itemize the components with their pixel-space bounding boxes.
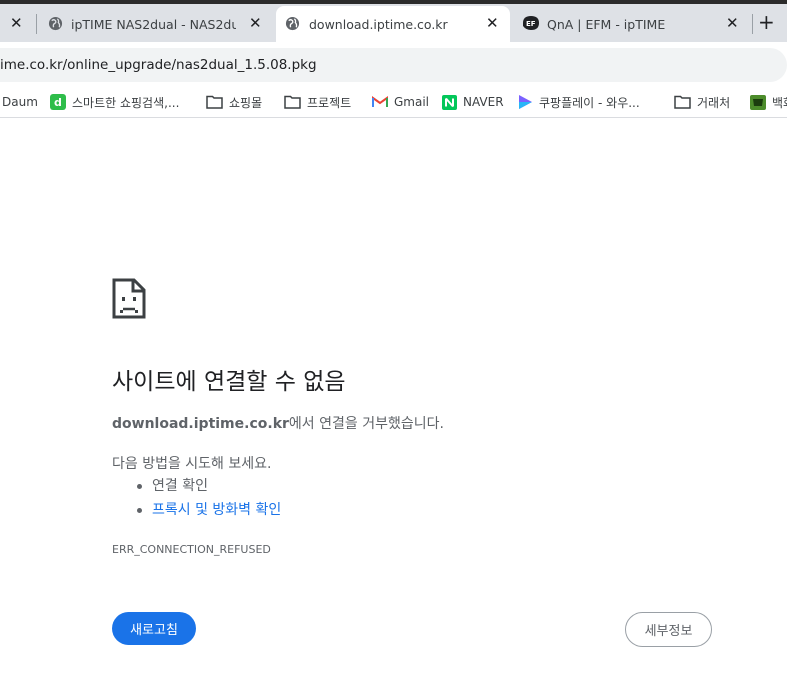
url-text: ime.co.kr/online_upgrade/nas2dual_1.5.08… — [0, 57, 317, 73]
error-code: ERR_CONNECTION_REFUSED — [112, 543, 271, 556]
naver-icon — [442, 94, 457, 110]
tab-title: QnA | EFM - ipTIME — [547, 16, 666, 32]
details-button[interactable]: 세부정보 — [625, 612, 712, 647]
tab-iptime-nas2dual[interactable]: ipTIME NAS2dual - NAS2dual ✕ — [40, 6, 272, 42]
error-host: download.iptime.co.kr — [112, 416, 289, 432]
bookmark-label: NAVER — [463, 95, 504, 109]
sad-page-icon — [112, 278, 146, 319]
bookmark-folder-shopping[interactable]: 쇼핑몰 — [206, 92, 262, 112]
suggestions-label: 다음 방법을 시도해 보세요. — [112, 456, 272, 472]
tab-separator — [752, 14, 753, 34]
tab-strip: ✕ ipTIME NAS2dual - NAS2dual ✕ download.… — [0, 0, 787, 42]
bookmark-label: 스마트한 쇼핑검색,... — [72, 95, 180, 110]
suggestion-check-connection: 연결 확인 — [136, 476, 281, 500]
tab-partial[interactable]: ✕ — [0, 6, 36, 42]
bookmark-naver[interactable]: NAVER — [442, 92, 504, 112]
bookmark-coupang-play[interactable]: 쿠팡플레이 - 와우... — [518, 92, 640, 112]
bookmarks-bar: Daum d 스마트한 쇼핑검색,... 쇼핑몰 프로젝트 Gmail NAVE… — [0, 86, 787, 118]
bookmark-folder-project[interactable]: 프로젝트 — [284, 92, 351, 112]
svg-text:EF: EF — [526, 20, 536, 28]
bookmark-label: 백화 — [772, 95, 787, 110]
svg-text:d: d — [54, 96, 62, 109]
bookmark-danawa[interactable]: d 스마트한 쇼핑검색,... — [50, 92, 179, 112]
tab-qna-efm[interactable]: EF QnA | EFM - ipTIME ✕ — [514, 6, 752, 42]
efm-logo-icon: EF — [523, 16, 539, 30]
bookmark-label: Gmail — [394, 95, 430, 109]
bookmark-label: Daum — [2, 95, 38, 109]
bookmark-folder-clients[interactable]: 거래처 — [674, 92, 730, 112]
bookmark-label: 거래처 — [697, 95, 731, 110]
coupang-play-icon — [519, 95, 532, 109]
close-icon[interactable]: ✕ — [726, 16, 739, 31]
tab-title: ipTIME NAS2dual - NAS2dual — [71, 16, 236, 32]
bookmark-gmail[interactable]: Gmail — [372, 92, 429, 112]
tab-download-iptime[interactable]: download.iptime.co.kr ✕ — [276, 6, 510, 42]
bookmark-label: 프로젝트 — [307, 95, 352, 110]
suggestion-check-proxy-firewall-link[interactable]: 프록시 및 방화벽 확인 — [136, 500, 281, 524]
bookmark-daum[interactable]: Daum — [2, 92, 38, 112]
close-icon[interactable]: ✕ — [249, 16, 262, 31]
globe-icon — [48, 16, 63, 31]
address-bar[interactable]: ime.co.kr/online_upgrade/nas2dual_1.5.08… — [0, 48, 787, 82]
tab-title: download.iptime.co.kr — [309, 16, 448, 32]
close-icon[interactable]: ✕ — [10, 16, 23, 31]
danawa-d-icon: d — [50, 94, 66, 110]
folder-icon — [674, 95, 691, 109]
reload-button[interactable]: 새로고침 — [112, 612, 196, 645]
toolbar: ime.co.kr/online_upgrade/nas2dual_1.5.08… — [0, 42, 787, 86]
error-message: 에서 연결을 거부했습니다. — [288, 416, 444, 432]
store-icon — [750, 94, 766, 110]
tab-separator — [36, 14, 37, 34]
window-top-edge — [0, 0, 787, 4]
bookmark-store[interactable]: 백화 — [750, 92, 787, 112]
folder-icon — [284, 95, 301, 109]
bookmark-label: 쇼핑몰 — [229, 95, 263, 110]
suggestions-list: 연결 확인 프록시 및 방화벽 확인 — [136, 476, 281, 524]
error-heading: 사이트에 연결할 수 없음 — [112, 369, 346, 395]
error-description: download.iptime.co.kr에서 연결을 거부했습니다. — [112, 413, 444, 433]
folder-icon — [206, 95, 223, 109]
gmail-icon — [372, 96, 388, 107]
bookmark-label: 쿠팡플레이 - 와우... — [539, 95, 640, 110]
globe-icon — [285, 16, 300, 31]
close-icon[interactable]: ✕ — [486, 16, 499, 31]
new-tab-button[interactable]: + — [758, 12, 775, 32]
